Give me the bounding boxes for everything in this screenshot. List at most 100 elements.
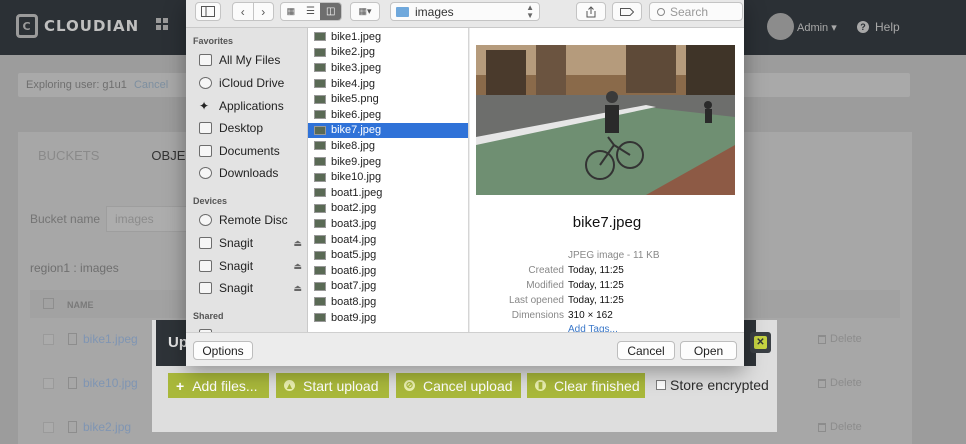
chevron-updown-icon: ▲ ▼ (526, 2, 534, 20)
sidebar-item-all-my-files[interactable]: All My Files (199, 51, 306, 69)
back-arrow-icon[interactable]: ‹ (233, 5, 253, 19)
trash-icon (818, 334, 826, 344)
cloudian-logo[interactable]: C CLOUDIAN (16, 14, 139, 38)
cancel-button[interactable]: Cancel (617, 341, 675, 360)
file-link[interactable]: bike1.jpeg (68, 332, 138, 346)
eject-icon[interactable]: ⏏ (293, 283, 302, 294)
file-list-item[interactable]: boat7.jpg (308, 279, 468, 295)
file-list-item[interactable]: bike3.jpeg (308, 60, 468, 76)
disc-icon (199, 214, 212, 226)
sidebar-toggle-button[interactable] (195, 2, 221, 21)
file-list-item-name: bike3.jpeg (331, 61, 382, 74)
close-icon: ✕ (754, 336, 767, 349)
icon-view-button[interactable]: ▦ (281, 6, 301, 17)
apps-grid-icon[interactable] (156, 18, 168, 30)
file-list-item[interactable]: boat5.jpg (308, 247, 468, 263)
file-list-item-name: boat5.jpg (331, 249, 377, 262)
image-thumbnail-icon (314, 94, 326, 104)
file-link[interactable]: bike2.jpg (68, 420, 131, 434)
eject-icon[interactable]: ⏏ (293, 238, 302, 249)
sidebar-item-snagit[interactable]: Snagit ⏏ (199, 234, 306, 252)
options-button[interactable]: Options (193, 341, 253, 360)
file-list-item[interactable]: boat4.jpg (308, 232, 468, 248)
file-list-item[interactable]: boat6.jpg (308, 263, 468, 279)
clear-finished-label: Clear finished (554, 377, 640, 394)
file-list-item[interactable]: bike7.jpeg (308, 122, 468, 139)
sidebar-item-documents[interactable]: Documents (199, 142, 306, 160)
select-all-checkbox[interactable] (43, 298, 54, 309)
store-encrypted-label: Store encrypted (670, 377, 769, 393)
file-list-item-name: boat6.jpg (331, 264, 377, 277)
file-list-item[interactable]: bike10.jpg (308, 169, 468, 185)
file-list-item[interactable]: bike5.png (308, 91, 468, 107)
delete-button[interactable]: Delete (818, 333, 862, 345)
upload-title: Up (168, 334, 188, 351)
file-preview-pane: bike7.jpeg JPEG image - 11 KB Created Tod… (470, 28, 744, 335)
start-upload-label: Start upload (303, 377, 379, 394)
search-field[interactable]: Search (649, 2, 743, 21)
store-encrypted-checkbox[interactable] (656, 380, 666, 390)
file-list-item[interactable]: boat2.jpg (308, 201, 468, 217)
file-list-item[interactable]: boat9.jpg (308, 310, 468, 326)
sidebar-item-snagit[interactable]: Snagit ⏏ (199, 279, 306, 297)
image-thumbnail-icon (314, 32, 326, 42)
file-list-item[interactable]: bike8.jpg (308, 138, 468, 154)
file-list-item-name: boat4.jpg (331, 233, 377, 246)
file-list-item[interactable]: boat1.jpeg (308, 185, 468, 201)
file-list-item[interactable]: boat8.jpg (308, 294, 468, 310)
file-list-item[interactable]: bike6.jpeg (308, 107, 468, 123)
meta-key: Dimensions (511, 310, 564, 321)
list-view-button[interactable]: ☰ (301, 6, 321, 17)
help-icon: ? (857, 21, 869, 33)
file-list-item[interactable]: bike2.jpg (308, 45, 468, 61)
cancel-exploring-link[interactable]: Cancel (134, 79, 168, 91)
image-thumbnail-icon (314, 63, 326, 73)
file-list-item-name: bike7.jpeg (331, 124, 382, 137)
sidebar-item-downloads[interactable]: Downloads (199, 164, 306, 182)
store-encrypted-option[interactable]: Store encrypted (656, 377, 769, 393)
delete-button[interactable]: Delete (818, 421, 862, 433)
tag-button[interactable] (612, 2, 642, 21)
clear-finished-button[interactable]: ▮ Clear finished (527, 373, 645, 398)
image-thumbnail-icon (314, 79, 326, 89)
sidebar-item-desktop[interactable]: Desktop (199, 119, 306, 137)
image-thumbnail-icon (314, 203, 326, 213)
open-button[interactable]: Open (680, 341, 737, 360)
bucket-name-field[interactable]: images (106, 206, 196, 232)
sidebar-item-remote-disc[interactable]: Remote Disc (199, 211, 306, 229)
row-checkbox[interactable] (43, 378, 54, 389)
file-list-item[interactable]: bike9.jpeg (308, 154, 468, 170)
file-list-item[interactable]: bike1.jpeg (308, 29, 468, 45)
sidebar-item-applications[interactable]: ✦ Applications (199, 97, 306, 115)
tab-buckets[interactable]: BUCKETS (38, 148, 99, 163)
image-thumbnail-icon (314, 110, 326, 120)
admin-menu[interactable]: Admin ▾ (797, 21, 837, 34)
file-link[interactable]: bike10.jpg (68, 376, 138, 390)
forward-arrow-icon[interactable]: › (253, 5, 273, 19)
preview-image (476, 45, 735, 195)
cancel-upload-label: Cancel upload (423, 377, 513, 394)
arrange-menu-button[interactable]: ▦▾ (350, 2, 380, 21)
upload-close-button[interactable]: ✕ (750, 332, 771, 353)
cloud-icon (199, 77, 212, 89)
delete-button[interactable]: Delete (818, 377, 862, 389)
image-thumbnail-icon (314, 125, 326, 135)
sidebar-item-icloud-drive[interactable]: iCloud Drive (199, 74, 306, 92)
start-upload-button[interactable]: ▲ Start upload (276, 373, 389, 398)
share-button[interactable] (576, 2, 606, 21)
name-column-header[interactable]: NAME (67, 300, 94, 310)
add-files-button[interactable]: + Add files... (168, 373, 269, 398)
row-checkbox[interactable] (43, 422, 54, 433)
help-link[interactable]: ? Help (857, 20, 900, 34)
file-list-item[interactable]: bike4.jpg (308, 76, 468, 92)
file-list-item[interactable]: boat3.jpg (308, 216, 468, 232)
avatar[interactable] (767, 13, 794, 40)
eject-icon[interactable]: ⏏ (293, 261, 302, 272)
sidebar-item-snagit[interactable]: Snagit ⏏ (199, 257, 306, 275)
location-name: images (415, 4, 454, 19)
finder-sidebar: Favorites All My Files iCloud Drive ✦ App… (186, 28, 308, 332)
row-checkbox[interactable] (43, 334, 54, 345)
location-popup[interactable]: images ▲ ▼ (390, 2, 540, 21)
column-view-button[interactable]: ◫ (320, 3, 341, 20)
cancel-upload-button[interactable]: ⊘ Cancel upload (396, 373, 521, 398)
